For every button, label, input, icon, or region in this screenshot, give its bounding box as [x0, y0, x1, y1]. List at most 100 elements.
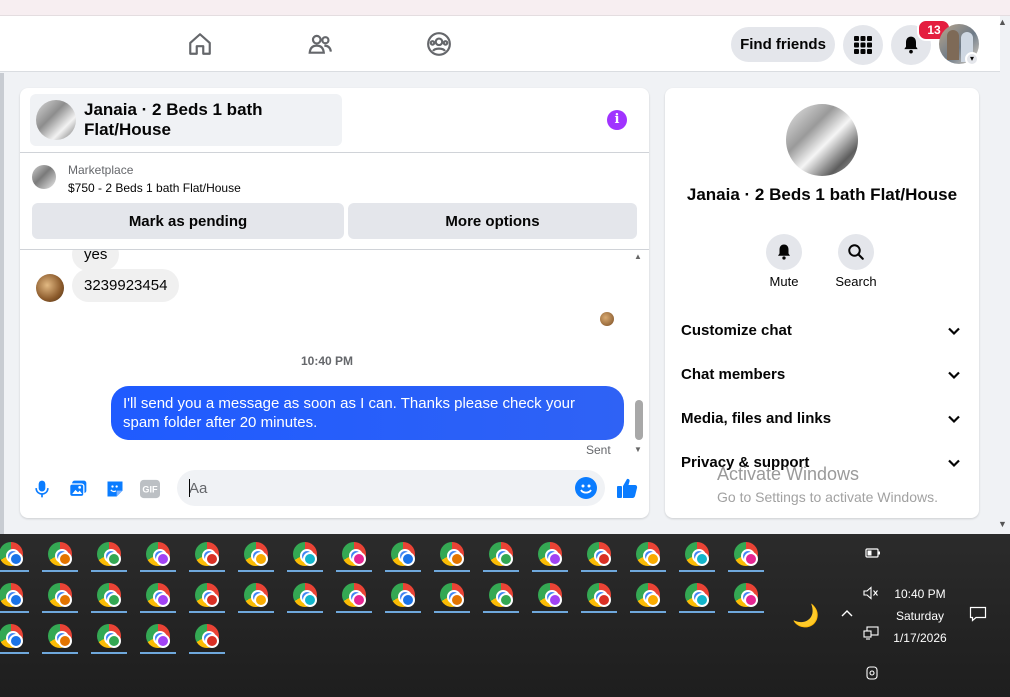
taskbar-chrome-window[interactable]	[89, 578, 127, 614]
listing-price-title[interactable]: $750 - 2 Beds 1 bath Flat/House	[68, 181, 241, 195]
clock-day[interactable]: Saturday	[880, 609, 960, 623]
running-indicator	[0, 611, 29, 613]
taskbar-chrome-window[interactable]	[187, 537, 225, 573]
message-timestamp: 10:40 PM	[300, 354, 354, 368]
taskbar-chrome-window[interactable]	[40, 619, 78, 655]
running-indicator	[728, 570, 764, 572]
taskbar-chrome-window[interactable]	[726, 578, 764, 614]
taskbar-chrome-window[interactable]	[236, 537, 274, 573]
microphone-icon[interactable]	[31, 478, 53, 500]
message-scroll-up-icon[interactable]: ▲	[634, 252, 642, 261]
running-indicator	[91, 570, 127, 572]
taskbar-chrome-window[interactable]	[138, 537, 176, 573]
taskbar-chrome-window[interactable]	[628, 537, 666, 573]
taskbar-chrome-window[interactable]	[677, 537, 715, 573]
running-indicator	[140, 570, 176, 572]
taskbar-chrome-window[interactable]	[628, 578, 666, 614]
taskbar-chrome-window[interactable]	[579, 578, 617, 614]
running-indicator	[434, 611, 470, 613]
notification-center-icon[interactable]	[969, 606, 987, 625]
message-scroll-thumb[interactable]	[635, 400, 643, 440]
gif-icon[interactable]: GIF	[139, 478, 161, 500]
like-thumbs-up-icon[interactable]	[615, 476, 639, 500]
mark-as-pending-button[interactable]: Mark as pending	[32, 203, 344, 239]
taskbar-chrome-window[interactable]	[89, 619, 127, 655]
clock-date[interactable]: 1/17/2026	[880, 631, 960, 645]
night-light-moon-icon[interactable]: 🌙	[792, 603, 819, 629]
volume-muted-icon[interactable]	[863, 586, 879, 603]
taskbar-chrome-window[interactable]	[677, 578, 715, 614]
message-list[interactable]: yes 3239923454 10:40 PM I'll send you a …	[20, 250, 649, 459]
home-icon[interactable]	[182, 26, 218, 62]
battery-icon[interactable]	[865, 547, 881, 562]
taskbar-chrome-window[interactable]	[138, 619, 176, 655]
section-media-files-links[interactable]: Media, files and links	[665, 398, 979, 438]
scroll-down-arrow-icon[interactable]: ▼	[998, 519, 1007, 529]
taskbar-chrome-window[interactable]	[0, 619, 29, 655]
running-indicator	[140, 652, 176, 654]
find-friends-button[interactable]: Find friends	[731, 27, 835, 62]
running-indicator	[0, 570, 29, 572]
mute-bell-icon[interactable]	[766, 234, 802, 270]
chrome-profile-icon	[597, 552, 611, 566]
groups-icon[interactable]	[421, 26, 457, 62]
message-scroll-down-icon[interactable]: ▼	[634, 445, 642, 454]
left-panel-edge	[0, 73, 4, 534]
taskbar-chrome-window[interactable]	[383, 578, 421, 614]
running-indicator	[238, 570, 274, 572]
page-scrollbar[interactable]	[1000, 16, 1010, 534]
taskbar-chrome-window[interactable]	[481, 537, 519, 573]
clock-time[interactable]: 10:40 PM	[880, 587, 960, 601]
more-options-button[interactable]: More options	[348, 203, 637, 239]
message-input-box[interactable]	[177, 470, 605, 506]
taskbar-chrome-window[interactable]	[383, 537, 421, 573]
conversation-info-icon[interactable]: i	[607, 110, 627, 130]
taskbar-chrome-window[interactable]	[40, 578, 78, 614]
photo-attach-icon[interactable]	[67, 478, 89, 500]
taskbar-chrome-window[interactable]	[579, 537, 617, 573]
taskbar-chrome-window[interactable]	[187, 619, 225, 655]
chrome-profile-icon	[205, 593, 219, 607]
taskbar-chrome-window[interactable]	[89, 537, 127, 573]
scroll-up-arrow-icon[interactable]: ▲	[998, 17, 1007, 27]
friends-icon[interactable]	[302, 26, 338, 62]
taskbar-chrome-window[interactable]	[432, 537, 470, 573]
running-indicator	[679, 611, 715, 613]
listing-avatar[interactable]	[786, 104, 858, 176]
camera-tray-icon[interactable]	[865, 665, 879, 684]
chrome-profile-icon	[205, 552, 219, 566]
taskbar-chrome-window[interactable]	[285, 578, 323, 614]
facebook-navbar: Find friends 13 ▾	[0, 16, 1000, 72]
section-chat-members[interactable]: Chat members	[665, 354, 979, 394]
search-icon[interactable]	[838, 234, 874, 270]
section-customize-chat[interactable]: Customize chat	[665, 310, 979, 350]
taskbar-chrome-window[interactable]	[334, 578, 372, 614]
chrome-profile-icon	[303, 593, 317, 607]
taskbar-chrome-window[interactable]	[481, 578, 519, 614]
taskbar-chrome-window[interactable]	[530, 578, 568, 614]
show-hidden-icons-chevron-up-icon[interactable]	[840, 606, 854, 621]
taskbar-chrome-window[interactable]	[530, 537, 568, 573]
taskbar-chrome-window[interactable]	[40, 537, 78, 573]
taskbar-chrome-window[interactable]	[187, 578, 225, 614]
taskbar-chrome-window[interactable]	[285, 537, 323, 573]
running-indicator	[91, 652, 127, 654]
chat-header[interactable]: Janaia · 2 Beds 1 bath Flat/House	[30, 94, 342, 146]
taskbar-chrome-window[interactable]	[138, 578, 176, 614]
message-input[interactable]	[189, 478, 569, 498]
sender-avatar[interactable]	[36, 274, 64, 302]
menu-grid-icon[interactable]	[843, 25, 883, 65]
taskbar-chrome-window[interactable]	[726, 537, 764, 573]
taskbar-chrome-window[interactable]	[432, 578, 470, 614]
taskbar-chrome-window[interactable]	[236, 578, 274, 614]
running-indicator	[434, 570, 470, 572]
chrome-profile-icon	[646, 593, 660, 607]
account-chevron-down-icon[interactable]: ▾	[965, 52, 979, 66]
taskbar-chrome-window[interactable]	[0, 578, 29, 614]
emoji-icon[interactable]	[575, 477, 597, 499]
taskbar-chrome-window[interactable]	[0, 537, 29, 573]
running-indicator	[483, 611, 519, 613]
network-icon[interactable]	[863, 626, 879, 643]
sticker-icon[interactable]	[104, 478, 126, 500]
taskbar-chrome-window[interactable]	[334, 537, 372, 573]
